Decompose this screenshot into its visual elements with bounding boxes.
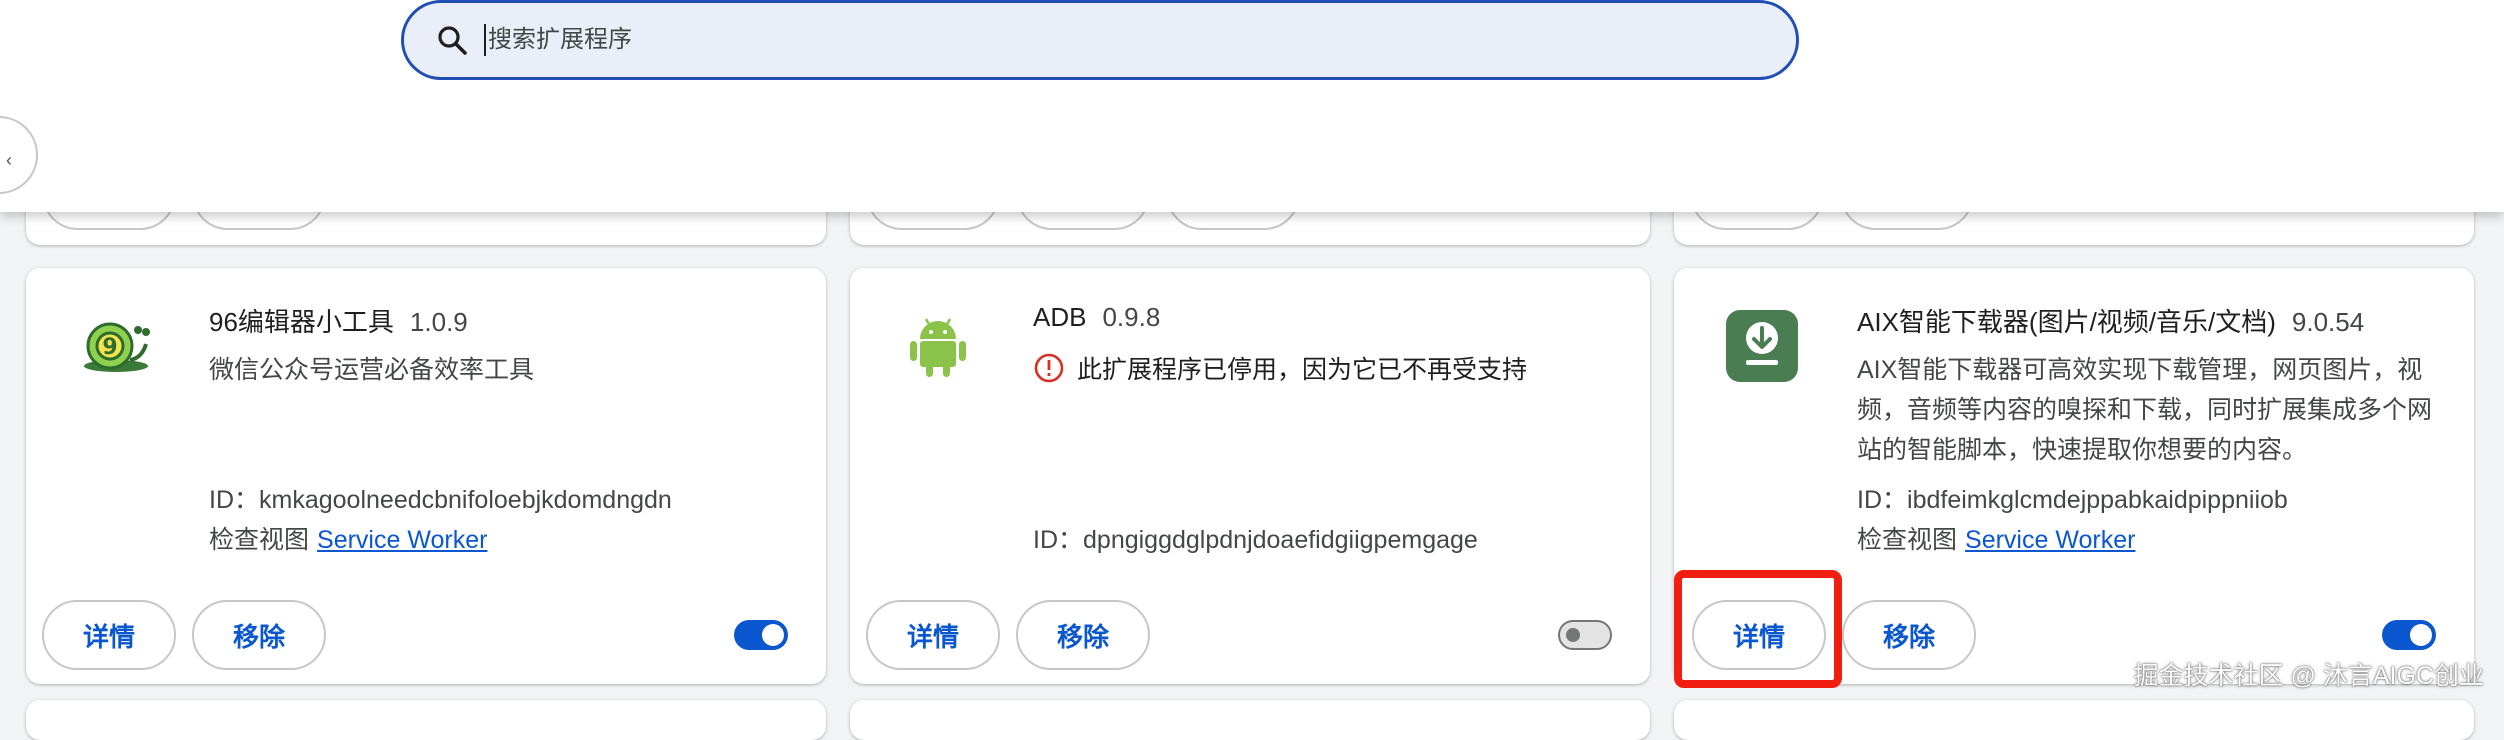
error-icon [1034, 353, 1064, 383]
id-value: dpngiggdglpdnjdoaefidgiigpemgage [1083, 526, 1478, 554]
back-button[interactable]: ‹ [0, 116, 38, 194]
inspect-views: 检查视图 Service Worker [1857, 520, 2135, 556]
inspect-label: 检查视图 [209, 526, 310, 554]
watermark: 掘金技术社区 @ 沐言AIGC创业 [2133, 662, 2484, 690]
extension-name: 96编辑器小工具 [209, 307, 394, 337]
enable-toggle[interactable] [734, 620, 788, 650]
remove-button[interactable]: 移除 [1842, 600, 1976, 670]
toggle-knob [2410, 624, 2432, 646]
inspect-views: 检查视图 Service Worker [209, 520, 487, 556]
toolbar-header: ‹ [0, 0, 2504, 212]
android-icon [900, 308, 976, 384]
details-button[interactable]: 详情 [866, 600, 1000, 670]
toggle-knob [762, 624, 784, 646]
id-label: ID： [1033, 526, 1084, 554]
extension-id: ID：dpngiggdglpdnjdoaefidgiigpemgage [1033, 520, 1478, 556]
toggle-knob [1566, 628, 1580, 642]
enable-toggle[interactable] [2382, 620, 2436, 650]
service-worker-link[interactable]: Service Worker [1965, 526, 2135, 554]
id-label: ID： [209, 486, 260, 514]
extension-title: AIX智能下载器(图片/视频/音乐/文档) 9.0.54 [1857, 302, 2364, 339]
enable-toggle[interactable] [1558, 620, 1612, 650]
details-button[interactable]: 详情 [42, 600, 176, 670]
extension-name: AIX智能下载器(图片/视频/音乐/文档) [1857, 307, 2276, 337]
id-value: ibdfeimkglcmdejppabkaidpippniiob [1907, 486, 2288, 514]
extension-version: 0.9.8 [1102, 302, 1161, 332]
extension-description: 微信公众号运营必备效率工具 [209, 356, 535, 384]
service-worker-link[interactable]: Service Worker [317, 526, 487, 554]
extension-id: ID：kmkagoolneedcbnifoloebjkdomdngdn [209, 480, 672, 516]
extension-title: 96编辑器小工具 1.0.9 [209, 302, 468, 339]
download-icon [1724, 308, 1800, 384]
remove-button[interactable]: 移除 [1016, 600, 1150, 670]
id-value: kmkagoolneedcbnifoloebjkdomdngdn [259, 486, 672, 514]
search-box[interactable] [401, 0, 1799, 80]
disabled-warning: 此扩展程序已停用，因为它已不再受支持 [1033, 350, 1527, 386]
snail-icon: 9 [76, 308, 152, 384]
id-label: ID： [1857, 486, 1908, 514]
extension-version: 1.0.9 [409, 307, 468, 337]
extension-title: ADB 0.9.8 [1033, 302, 1160, 333]
inspect-label: 检查视图 [1857, 526, 1958, 554]
remove-button[interactable]: 移除 [192, 600, 326, 670]
chevron-left-icon: ‹ [6, 150, 12, 170]
search-input[interactable] [484, 24, 1690, 56]
extension-id: ID：ibdfeimkglcmdejppabkaidpippniiob [1857, 480, 2288, 516]
extension-card: 9 96编辑器小工具 1.0.9 微信公众号运营必备效率工具 ID：kmkagoo… [26, 268, 826, 684]
search-icon [438, 26, 467, 55]
extension-description: AIX智能下载器可高效实现下载管理，网页图片，视频，音频等内容的嗅探和下载，同时… [1857, 356, 2433, 464]
extension-card-partial [850, 700, 1650, 740]
highlight-annotation [1674, 570, 1842, 688]
extension-card-partial [26, 700, 826, 740]
warning-text: 此扩展程序已停用，因为它已不再受支持 [1077, 356, 1528, 384]
extension-name: ADB [1033, 302, 1087, 332]
extension-card-partial [1674, 700, 2474, 740]
extension-card: ADB 0.9.8 此扩展程序已停用，因为它已不再受支持 ID：dpngiggdg… [850, 268, 1650, 684]
svg-text:9: 9 [102, 335, 117, 360]
extension-version: 9.0.54 [2291, 307, 2365, 337]
